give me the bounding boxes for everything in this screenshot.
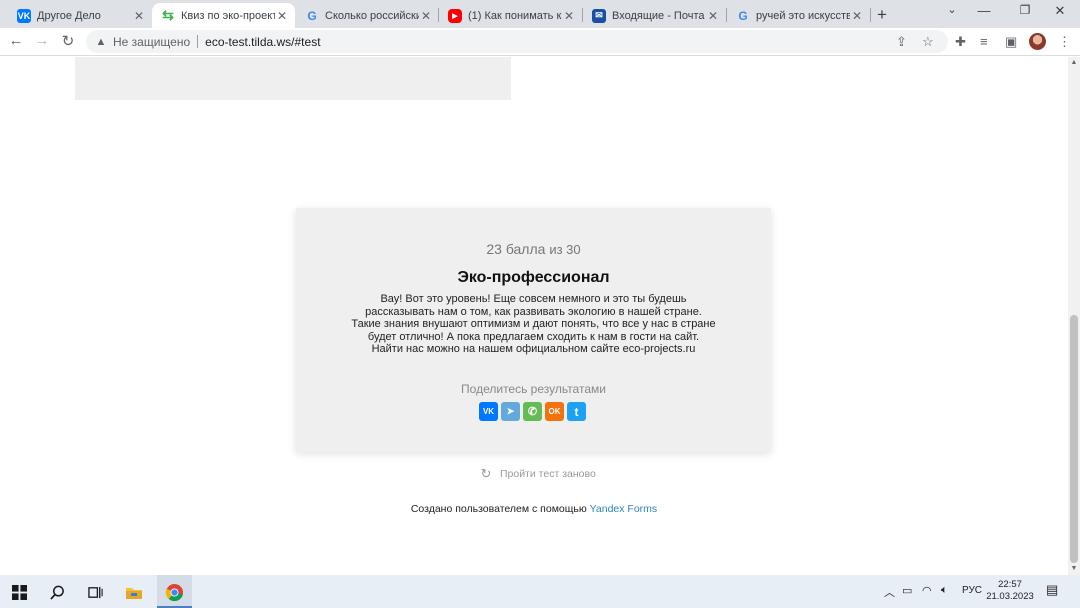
page-viewport: 23 балла из 30 Эко-профессионал Вау! Вот… (0, 57, 1068, 575)
result-title: Эко-профессионал (457, 269, 610, 286)
url-text[interactable]: eco-test.tilda.ws/#test (205, 35, 320, 49)
minimize-icon[interactable]: — (974, 3, 994, 18)
security-label[interactable]: Не защищено (113, 35, 190, 49)
tray-chevron-icon[interactable]: ︿ (884, 584, 895, 600)
eco-icon: ⇆ (162, 7, 174, 23)
omnibox-divider (197, 35, 199, 48)
vk-share-button[interactable]: VK (479, 402, 498, 421)
whatsapp-share-button[interactable]: ✆ (523, 402, 542, 421)
close-window-icon[interactable]: ✕ (1050, 3, 1070, 19)
twitter-share-button[interactable]: t (567, 402, 586, 421)
menu-kebab-icon[interactable]: ⋮ (1058, 34, 1071, 50)
bookmark-star-icon[interactable]: ☆ (922, 34, 934, 50)
notifications-icon[interactable]: ▤ (1046, 582, 1058, 598)
retry-test-link[interactable]: ↻ Пройти тест заново (479, 467, 596, 481)
tab-title: Квиз по эко-проектам (181, 9, 275, 22)
wifi-icon[interactable]: ◠ (922, 584, 932, 597)
close-icon[interactable]: ✕ (275, 9, 289, 23)
previous-section-block (75, 57, 511, 100)
google-icon: G (307, 8, 317, 23)
footer-credit: Создано пользователем с помощью Yandex F… (0, 503, 1068, 515)
media-control-icon[interactable]: ≡ (980, 34, 988, 49)
vk-icon: VK (17, 8, 31, 23)
restore-icon[interactable]: ❐ (1015, 3, 1035, 17)
odnoklassniki-share-button[interactable]: OK (545, 402, 564, 421)
tab-title: Входящие - Почта M (612, 9, 706, 22)
forward-icon[interactable]: → (32, 32, 52, 49)
tab-separator (870, 8, 871, 22)
close-icon[interactable]: ✕ (706, 9, 720, 23)
volume-icon[interactable]: 🔈︎ (941, 584, 948, 597)
clock[interactable]: 22:57 21.03.2023 (985, 579, 1035, 603)
result-card: 23 балла из 30 Эко-профессионал Вау! Вот… (296, 208, 771, 452)
description-line: будет отлично! А пока предлагаем сходить… (367, 330, 700, 343)
address-bar[interactable]: ▲ Не защищено eco-test.tilda.ws/#test ⇪ … (86, 30, 948, 53)
tab-quiz[interactable]: ⇆ Квиз по эко-проектам ✕ (152, 3, 295, 28)
youtube-icon: ▶ (448, 8, 462, 23)
scroll-up-arrow-icon[interactable]: ▲ (1068, 57, 1080, 69)
close-icon[interactable]: ✕ (132, 9, 146, 23)
clock-time: 22:57 (998, 579, 1022, 590)
tab-title: (1) Как понимать кар (468, 9, 562, 22)
score-value: 23 балла (486, 241, 546, 257)
google-icon: G (738, 8, 748, 23)
tab-strip: VK Другое Дело ✕ ⇆ Квиз по эко-проектам … (0, 0, 1080, 28)
tab-google-2[interactable]: G ручей это искусствен ✕ (727, 3, 870, 28)
close-icon[interactable]: ✕ (850, 9, 864, 23)
mail-icon: ✉ (592, 8, 606, 23)
windows-start-icon[interactable] (9, 582, 29, 602)
browser-toolbar: ← → ↻ ▲ Не защищено eco-test.tilda.ws/#t… (0, 28, 1080, 56)
scroll-down-arrow-icon[interactable]: ▼ (1068, 563, 1080, 575)
tab-google-1[interactable]: G Сколько российских ✕ (296, 3, 439, 28)
battery-icon[interactable]: ▭ (902, 584, 912, 597)
file-explorer-icon[interactable] (124, 582, 144, 602)
description-line: Найти нас можно на нашем официальном сай… (371, 343, 696, 356)
result-description: Вау! Вот это уровень! Еще совсем немного… (336, 293, 731, 356)
task-view-icon[interactable] (85, 582, 105, 602)
close-icon[interactable]: ✕ (562, 9, 576, 23)
tab-title: Другое Дело (37, 9, 101, 22)
description-line: Вау! Вот это уровень! Еще совсем немного… (380, 293, 687, 305)
telegram-share-button[interactable]: ➤ (501, 402, 520, 421)
new-tab-button[interactable]: + (877, 5, 887, 25)
score-suffix: из 30 (549, 242, 581, 257)
warning-icon[interactable]: ▲ (94, 35, 108, 49)
extensions-icon[interactable]: ✚ (955, 34, 966, 50)
taskbar: ︿ ▭ ◠ 🔈︎ РУС 22:57 21.03.2023 ▤ (0, 575, 1080, 608)
score-line: 23 балла из 30 (296, 241, 771, 257)
refresh-icon: ↻ (480, 466, 492, 481)
tab-youtube[interactable]: ▶ (1) Как понимать кар ✕ (439, 3, 582, 28)
tab-vk[interactable]: VK Другое Дело ✕ (8, 3, 152, 28)
yandex-forms-link[interactable]: Yandex Forms (590, 503, 658, 515)
description-line: рассказывать нам о том, как развивать эк… (365, 305, 702, 318)
share-icon[interactable]: ⇪ (896, 34, 907, 50)
page-scrollbar[interactable]: ▲ ▼ (1068, 57, 1080, 575)
side-panel-icon[interactable]: ▣ (1005, 34, 1017, 50)
close-icon[interactable]: ✕ (419, 9, 433, 23)
share-buttons: VK ➤ ✆ OK t (479, 402, 586, 421)
tab-title: Сколько российских (325, 9, 419, 22)
back-icon[interactable]: ← (6, 32, 26, 49)
reload-icon[interactable]: ↻ (58, 32, 78, 50)
retry-label[interactable]: Пройти тест заново (500, 468, 596, 480)
profile-avatar[interactable] (1029, 33, 1046, 50)
share-label: Поделитесь результатами (461, 382, 606, 396)
language-indicator[interactable]: РУС (962, 585, 982, 596)
tab-mail[interactable]: ✉ Входящие - Почта M ✕ (583, 3, 726, 28)
description-line: Такие знания внушают оптимизм и дают пон… (351, 318, 716, 331)
chrome-icon[interactable] (164, 582, 184, 602)
credit-text: Создано пользователем с помощью (410, 503, 587, 515)
tab-search-icon[interactable]: ⌄ (942, 3, 962, 16)
search-icon[interactable] (47, 582, 67, 602)
scrollbar-thumb[interactable] (1070, 315, 1078, 563)
clock-date: 21.03.2023 (986, 591, 1034, 602)
tab-title: ручей это искусствен (756, 9, 850, 22)
